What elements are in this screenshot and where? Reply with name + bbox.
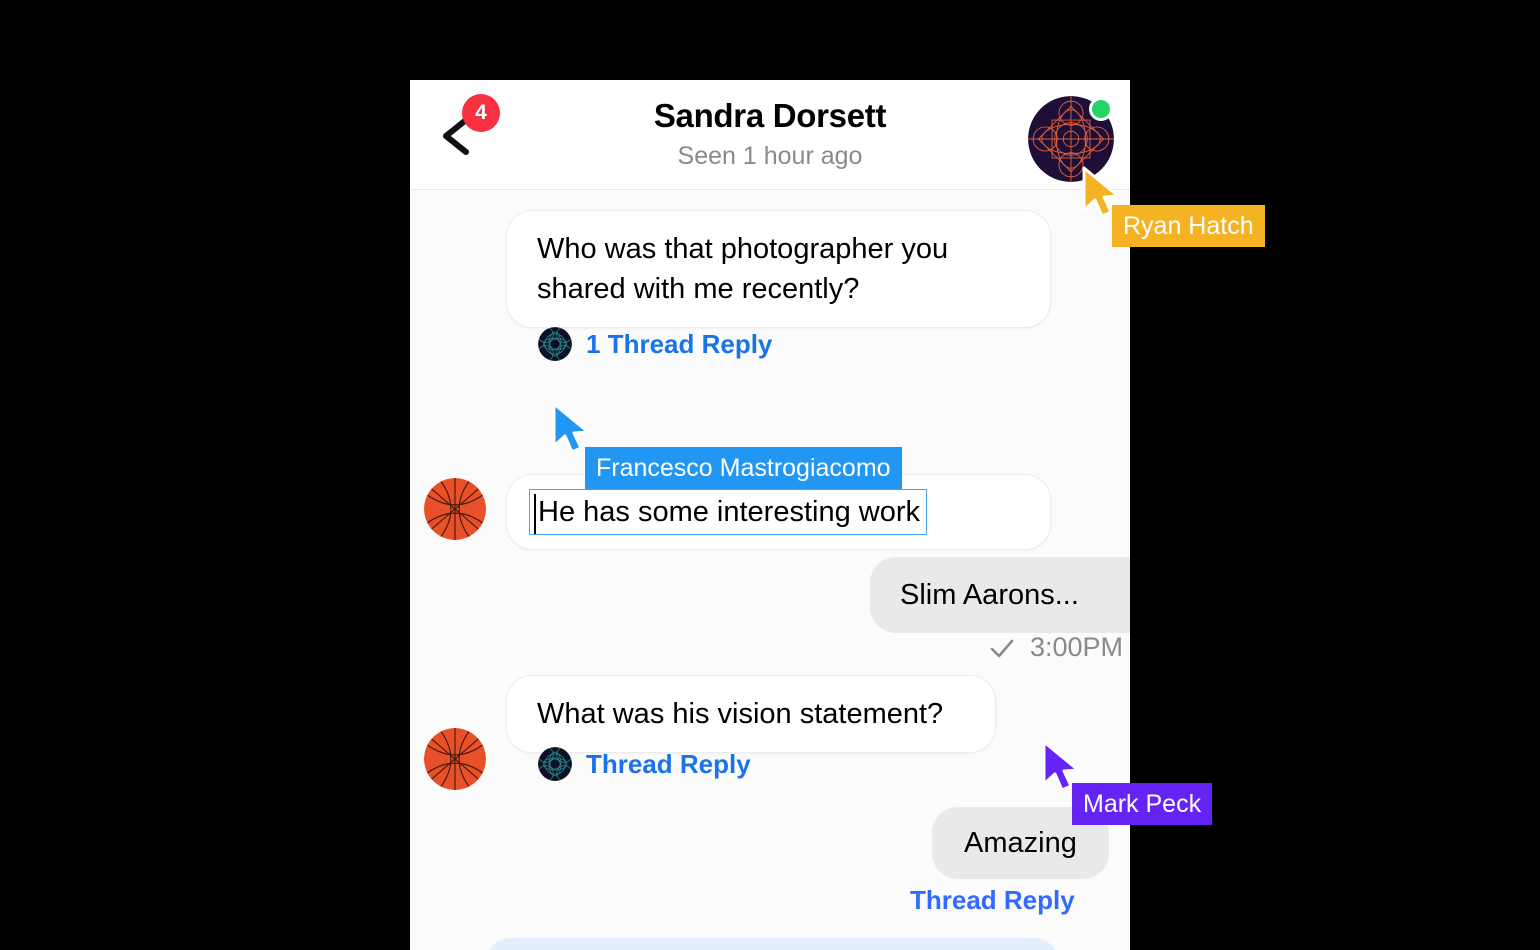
chat-header: 4 Sandra Dorsett Seen 1 hour ago bbox=[410, 80, 1130, 190]
message-bubble[interactable]: Slim Aarons... bbox=[870, 557, 1130, 633]
sender-avatar-2[interactable] bbox=[424, 478, 486, 540]
contact-status: Seen 1 hour ago bbox=[677, 142, 863, 170]
avatar-image bbox=[424, 728, 486, 790]
message-meta-3: 3:00PM bbox=[988, 632, 1123, 663]
chat-window: 4 Sandra Dorsett Seen 1 hour ago Who was… bbox=[410, 80, 1130, 950]
message-outgoing-6: I wish I could be here https://www.reddi… bbox=[485, 938, 1060, 950]
message-bubble[interactable]: Who was that photographer you shared wit… bbox=[506, 210, 1051, 328]
message-bubble[interactable]: I wish I could be here https://www.reddi… bbox=[485, 938, 1060, 950]
unread-badge[interactable]: 4 bbox=[462, 94, 500, 132]
check-icon bbox=[988, 636, 1016, 660]
contact-name: Sandra Dorsett bbox=[653, 97, 887, 134]
message-bubble[interactable]: What was his vision statement? bbox=[506, 675, 996, 753]
contact-avatar[interactable] bbox=[1028, 96, 1114, 182]
online-status-dot bbox=[1089, 97, 1113, 121]
screen-root: 4 Sandra Dorsett Seen 1 hour ago Who was… bbox=[0, 0, 1540, 950]
message-edit-input[interactable]: He has some interesting work bbox=[529, 489, 927, 535]
thread-reply-label[interactable]: Thread Reply bbox=[910, 885, 1075, 915]
thread-reply-5[interactable]: Thread Reply bbox=[910, 883, 1075, 917]
message-list: Who was that photographer you shared wit… bbox=[410, 190, 1130, 950]
text-caret bbox=[534, 494, 536, 534]
thread-reply-4[interactable]: Thread Reply bbox=[538, 747, 751, 781]
avatar-image bbox=[424, 478, 486, 540]
message-edit-text: He has some interesting work bbox=[538, 496, 920, 528]
thread-reply-1[interactable]: 1 Thread Reply bbox=[538, 327, 772, 361]
message-outgoing-3: Slim Aarons... bbox=[870, 557, 1130, 633]
cursor-label-mark-peck: Mark Peck bbox=[1072, 783, 1213, 825]
thread-avatar-icon bbox=[538, 747, 572, 781]
thread-reply-label[interactable]: Thread Reply bbox=[586, 747, 751, 781]
sender-avatar-4[interactable] bbox=[424, 728, 486, 790]
cursor-label-francesco-mastrogiacomo: Francesco Mastrogiacomo bbox=[585, 447, 902, 489]
thread-avatar-icon bbox=[538, 327, 572, 361]
thread-reply-label[interactable]: 1 Thread Reply bbox=[586, 327, 772, 361]
message-timestamp: 3:00PM bbox=[1030, 632, 1124, 662]
message-incoming-4: What was his vision statement? bbox=[506, 675, 996, 753]
cursor-label-ryan-hatch: Ryan Hatch bbox=[1112, 205, 1265, 247]
header-title-group: Sandra Dorsett Seen 1 hour ago bbox=[410, 96, 1130, 173]
message-incoming-1: Who was that photographer you shared wit… bbox=[506, 210, 1051, 328]
